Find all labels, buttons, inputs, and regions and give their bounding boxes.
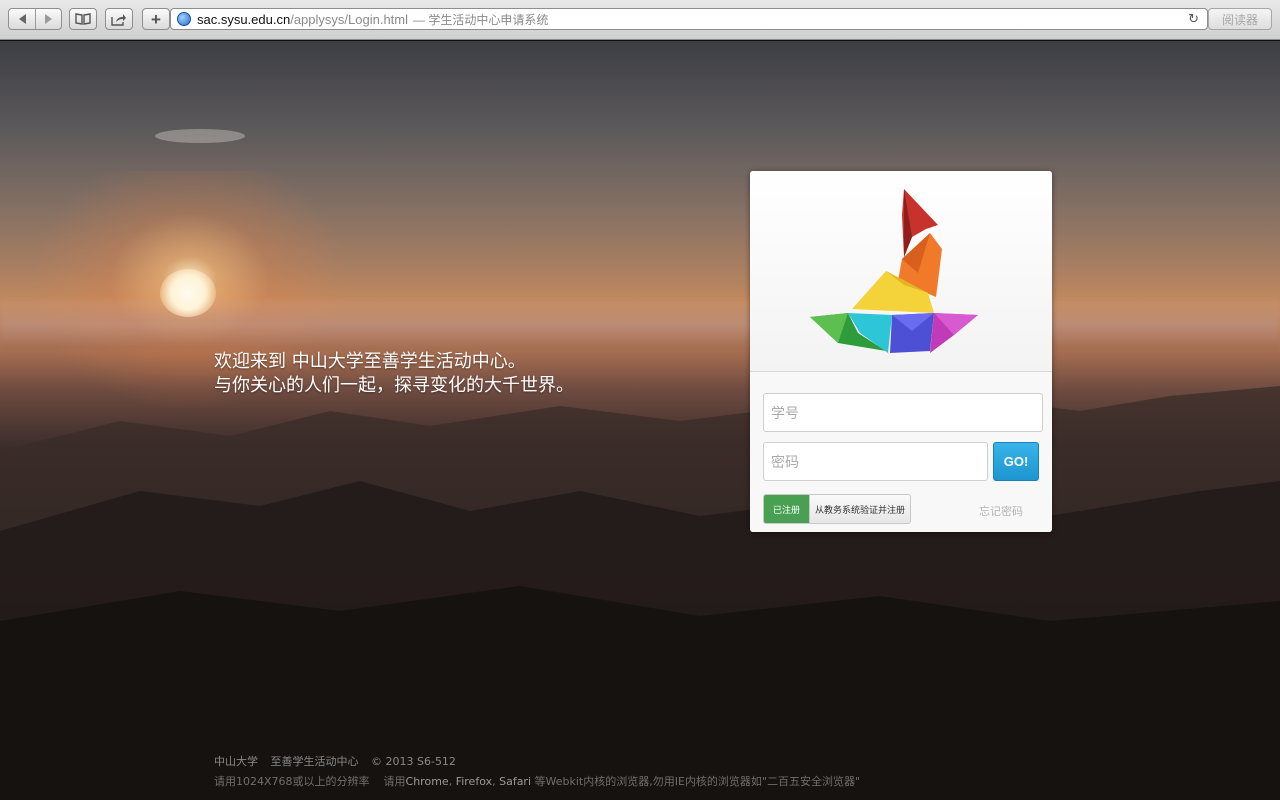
bookmarks-button[interactable] [69, 8, 97, 30]
share-button[interactable] [105, 8, 133, 30]
book-icon [75, 13, 91, 25]
mountain-silhouette [0, 386, 1280, 800]
address-bar[interactable]: sac.sysu.edu.cn /applysys/Login.html — 学… [170, 8, 1208, 30]
footer-line-1: 中山大学 至善学生活动中心 © 2013 S6-512 [214, 753, 465, 769]
reload-icon[interactable]: ↻ [1188, 11, 1199, 27]
logo-area [750, 171, 1052, 372]
welcome-line-2: 与你关心的人们一起，探寻变化的大千世界。 [214, 375, 574, 396]
back-button[interactable] [9, 9, 35, 29]
footer-university: 中山大学 [214, 755, 258, 768]
globe-icon [177, 12, 191, 26]
welcome-message: 欢迎来到 中山大学至善学生活动中心。 与你关心的人们一起，探寻变化的大千世界。 [214, 350, 574, 398]
share-icon [111, 13, 126, 26]
url-path: /applysys/Login.html [290, 11, 408, 27]
footer-browser-prefix: 请用 [383, 775, 406, 788]
url-domain: sac.sysu.edu.cn [197, 11, 291, 27]
verify-register-tab[interactable]: 从教务系统验证并注册 [809, 495, 910, 523]
go-button[interactable]: GO! [993, 442, 1039, 481]
footer-sep-1: , [448, 775, 456, 788]
back-arrow-icon [18, 14, 26, 24]
student-id-input[interactable]: 学号 [763, 393, 1043, 432]
footer-browser-safari: Safari [499, 775, 532, 788]
register-mode-toggle: 已注册 从教务系统验证并注册 [763, 494, 911, 524]
password-input[interactable]: 密码 [763, 442, 988, 481]
footer-browser-suffix: 等Webkit内核的浏览器,勿用IE内核的浏览器如"二百五安全浏览器" [531, 775, 861, 788]
login-card: 学号 密码 GO! 已注册 从教务系统验证并注册 忘记密码 [750, 171, 1052, 532]
page-background: 欢迎来到 中山大学至善学生活动中心。 与你关心的人们一起，探寻变化的大千世界。 [0, 41, 1280, 800]
sailboat-logo-icon [810, 189, 978, 353]
footer-browser-chrome: Chrome [405, 775, 449, 788]
forward-arrow-icon [45, 14, 52, 24]
footer-resolution-note: 请用1024X768或以上的分辨率 [214, 775, 370, 788]
footer-center: 至善学生活动中心 [270, 755, 359, 768]
new-tab-button[interactable]: + [142, 8, 170, 30]
sun [160, 269, 216, 317]
nav-button-group [8, 8, 62, 30]
forward-button[interactable] [35, 9, 61, 29]
reader-button[interactable]: 阅读器 [1208, 8, 1272, 30]
browser-toolbar: + sac.sysu.edu.cn /applysys/Login.html —… [0, 0, 1280, 40]
login-form: 学号 密码 GO! 已注册 从教务系统验证并注册 忘记密码 [750, 372, 1052, 532]
cloud-wisp [155, 129, 245, 143]
welcome-line-1: 欢迎来到 中山大学至善学生活动中心。 [214, 351, 526, 372]
registered-tab[interactable]: 已注册 [764, 495, 809, 523]
page-title: — 学生活动中心申请系统 [413, 12, 549, 27]
footer-browser-firefox: Firefox [455, 775, 493, 788]
footer-line-2: 请用1024X768或以上的分辨率 请用Chrome, Firefox, Saf… [214, 773, 860, 789]
plus-icon: + [151, 9, 161, 29]
footer-copyright: © 2013 S6-512 [371, 755, 456, 768]
forgot-password-link[interactable]: 忘记密码 [979, 503, 1023, 519]
